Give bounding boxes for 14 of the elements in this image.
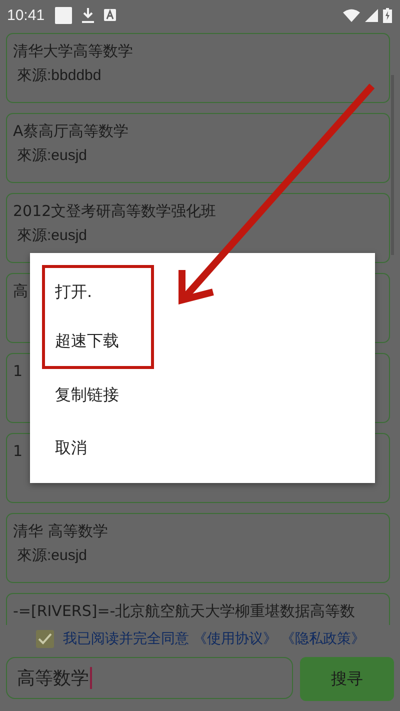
result-source: 來源:eusjd: [16, 146, 88, 166]
result-title: -=[RIVERS]=-北京航空航天大学柳重堪数据高等数: [13, 601, 356, 621]
result-title: 1: [13, 361, 23, 381]
result-title: 1: [13, 441, 23, 461]
result-title: 清华 高等数学: [13, 521, 108, 541]
result-source: 來源:eusjd: [16, 226, 88, 246]
result-source: 來源:bbddbd: [16, 66, 102, 86]
status-time: 10:41: [7, 6, 45, 24]
result-title: A蔡高厅高等数学: [13, 121, 128, 141]
result-source: 來源:eusjd: [16, 546, 88, 566]
agreement-text: 我已阅读并完全同意: [63, 630, 189, 648]
result-title: 高: [13, 281, 28, 301]
result-title: 清华大学高等数学: [13, 41, 133, 61]
result-title: 2012文登考研高等数学强化班: [13, 201, 216, 221]
